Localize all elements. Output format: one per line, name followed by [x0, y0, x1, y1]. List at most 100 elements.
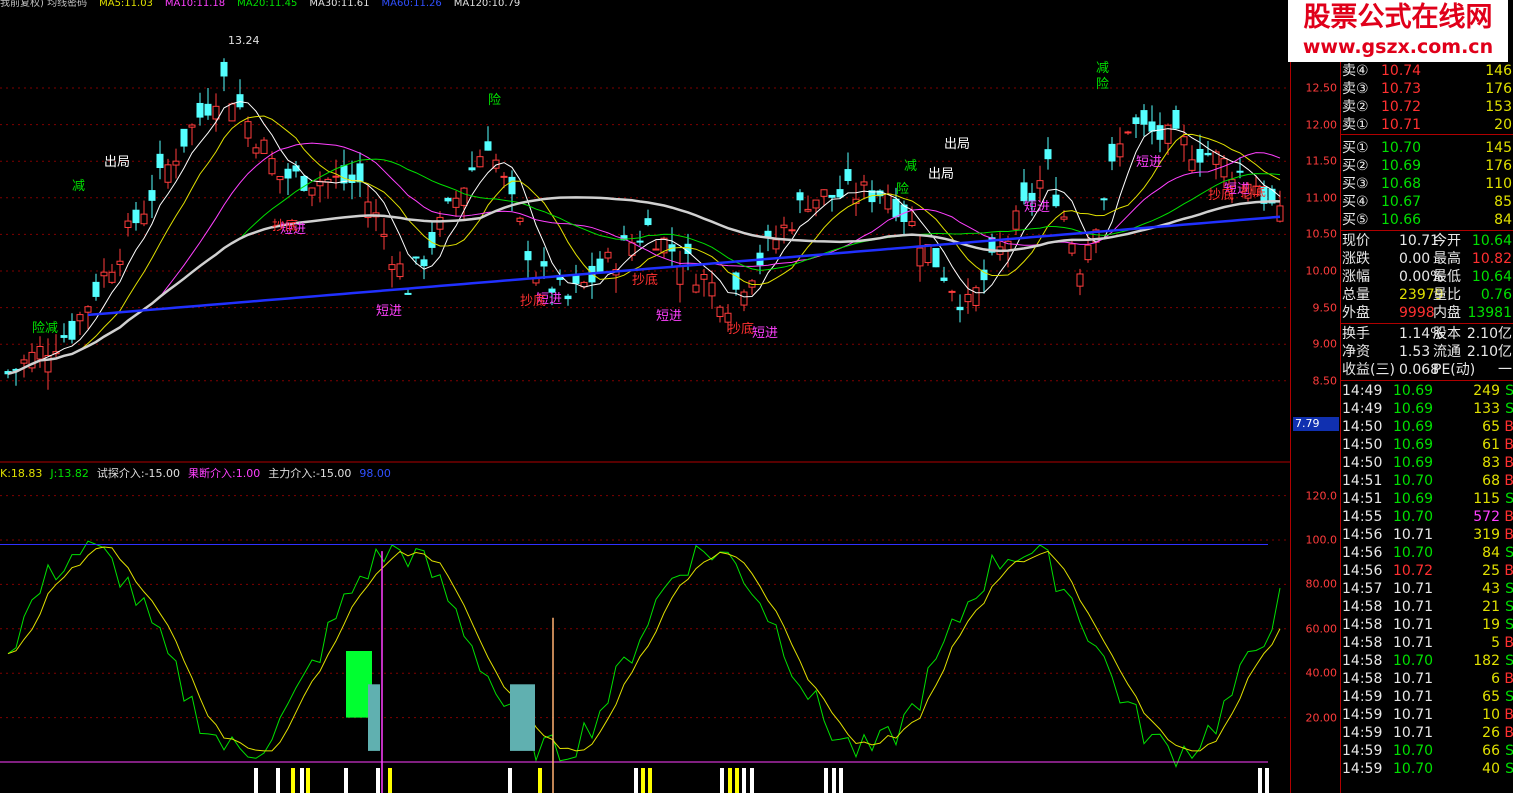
signal-label: 险 — [488, 93, 501, 108]
tick-time: 14:58 — [1342, 617, 1383, 633]
osc-legend-item: J:13.82 — [50, 467, 89, 480]
candle-body — [164, 164, 172, 183]
candle-body — [652, 248, 660, 251]
ask-label: 卖② — [1342, 99, 1369, 115]
bid-row: 买③ 10.68 110 — [1341, 175, 1513, 193]
tick-row: 14:59 10.70 40 S — [1341, 760, 1513, 778]
tick-price: 10.69 — [1393, 455, 1434, 471]
signal-tick — [1258, 768, 1262, 793]
signal-label: 抄底 — [728, 321, 754, 337]
signal-tick — [344, 768, 348, 793]
candle-body — [332, 175, 340, 178]
candle-body — [244, 121, 252, 139]
tick-side: B — [1504, 635, 1513, 651]
bid-price: 10.69 — [1381, 158, 1422, 174]
candle-body — [20, 359, 28, 364]
candle-body — [1124, 131, 1132, 134]
tick-volume: 66 — [1482, 743, 1500, 759]
tick-row: 14:56 10.70 84 S — [1341, 544, 1513, 562]
signal-label: 抄底 — [520, 293, 546, 309]
tick-time: 14:50 — [1342, 437, 1383, 453]
candle-body — [148, 190, 156, 201]
signal-label: 短进 — [752, 326, 778, 341]
osc-legend-item: 98.00 — [359, 467, 391, 480]
bid-row: 买④ 10.67 85 — [1341, 193, 1513, 211]
price-axis-tick: 10.50 — [1305, 227, 1338, 241]
ask-volume: 153 — [1485, 99, 1512, 115]
tick-volume: 65 — [1482, 419, 1500, 435]
candle-body — [196, 102, 204, 118]
candle-body — [1020, 182, 1028, 202]
tick-price: 10.71 — [1393, 527, 1434, 543]
candle-body — [132, 209, 140, 224]
candle-body — [228, 103, 236, 122]
candle-body — [980, 269, 988, 281]
candle-body — [476, 156, 484, 168]
candle-body — [276, 175, 284, 181]
tick-side: B — [1504, 725, 1513, 741]
candle-body — [452, 197, 460, 208]
osc-axis-tick: 40.00 — [1305, 666, 1338, 680]
stat-key: 净资 — [1342, 344, 1370, 360]
stat-row: 涨幅 0.00% 最低 10.64 — [1341, 268, 1513, 286]
bid-volume: 176 — [1485, 158, 1512, 174]
candle-body — [964, 293, 972, 303]
stat-key: 总量 — [1342, 287, 1370, 303]
tick-price: 10.71 — [1393, 689, 1434, 705]
tick-volume: 43 — [1482, 581, 1500, 597]
signal-tick — [388, 768, 392, 793]
price-axis-tick: 12.00 — [1305, 118, 1338, 132]
ma-legend-item: MA60:11.26 — [381, 0, 442, 9]
signal-tick — [728, 768, 732, 793]
tick-time: 14:56 — [1342, 527, 1383, 543]
signal-tick — [641, 768, 645, 793]
candle-body — [884, 193, 892, 210]
candle-body — [844, 169, 852, 181]
candle-body — [908, 221, 916, 226]
tick-time: 14:58 — [1342, 635, 1383, 651]
candle-body — [1060, 216, 1068, 220]
tick-side: S — [1505, 581, 1513, 597]
bid-row: 买① 10.70 145 — [1341, 139, 1513, 157]
candle-body — [1220, 158, 1228, 178]
tick-price: 10.72 — [1393, 563, 1434, 579]
signal-label: 短进 — [1136, 155, 1162, 170]
price-axis-tick: 8.50 — [1312, 374, 1338, 388]
price-axis-tick: 11.00 — [1305, 191, 1338, 205]
separator — [1341, 230, 1513, 231]
tick-side: S — [1505, 401, 1513, 417]
bid-volume: 110 — [1485, 176, 1512, 192]
tick-side: B — [1504, 527, 1513, 543]
tick-row: 14:51 10.70 68 B — [1341, 472, 1513, 490]
bid-price: 10.68 — [1381, 176, 1422, 192]
candle-body — [932, 248, 940, 268]
price-axis: 12.50 12.00 11.50 11.00 10.50 10.00 9.50 9.00 8.… — [1290, 0, 1341, 793]
watermark-title: 股票公式在线网 — [1303, 2, 1493, 33]
candle-body — [1012, 210, 1020, 230]
candle-body — [828, 194, 836, 198]
kline-chart[interactable]: 减出局险减险短进短进短进短进短进减险出局减险出局短进短进短进抄底抄底抄底抄底抄底… — [0, 0, 1290, 793]
candle-body — [1068, 243, 1076, 254]
signal-tick — [376, 768, 380, 793]
price-axis-tick: 11.50 — [1305, 154, 1338, 168]
tick-volume: 26 — [1482, 725, 1500, 741]
stat-row: 现价 10.71 今开 10.64 — [1341, 232, 1513, 250]
signal-tick — [839, 768, 843, 793]
stat-row: 涨跌 0.00 最高 10.82 — [1341, 250, 1513, 268]
candle-body — [1140, 110, 1148, 125]
signal-label: 减 — [1096, 61, 1109, 76]
candle-body — [100, 271, 108, 277]
tick-time: 14:55 — [1342, 509, 1383, 525]
signal-tick — [750, 768, 754, 793]
tick-side: S — [1505, 383, 1513, 399]
tick-price: 10.69 — [1393, 401, 1434, 417]
stat-row: 收益(三) 0.068 PE(动) 一 — [1341, 361, 1513, 379]
signal-bar — [368, 684, 380, 751]
tick-price: 10.69 — [1393, 419, 1434, 435]
candle-body — [596, 258, 604, 273]
tick-price: 10.70 — [1393, 509, 1434, 525]
candle-body — [212, 105, 220, 120]
tick-row: 14:58 10.71 6 B — [1341, 670, 1513, 688]
tick-row: 14:59 10.71 65 S — [1341, 688, 1513, 706]
stat-key: 最低 — [1433, 269, 1461, 285]
